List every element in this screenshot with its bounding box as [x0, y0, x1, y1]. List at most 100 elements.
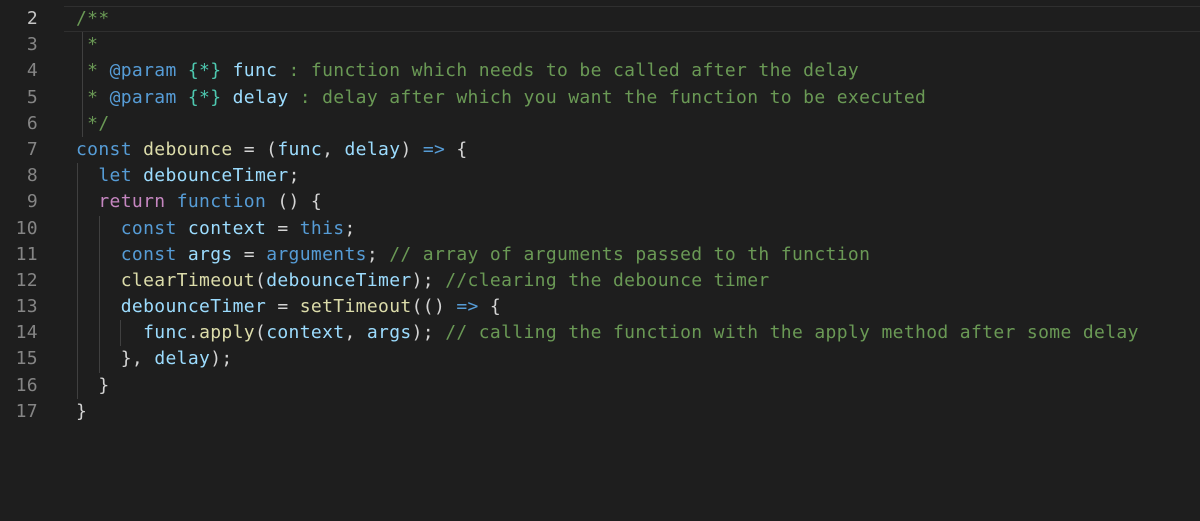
line-number: 16	[15, 374, 38, 396]
code-line[interactable]: }	[76, 399, 1200, 425]
code-token: }	[76, 374, 110, 396]
indent-guide	[82, 84, 84, 111]
code-line[interactable]: func.apply(context, args); // calling th…	[76, 320, 1200, 347]
indent-guide	[82, 32, 84, 59]
code-token: return	[98, 191, 166, 213]
code-token: ;	[366, 243, 390, 265]
indent-guide	[77, 320, 78, 347]
code-token: //clearing the debounce timer	[445, 269, 770, 291]
code-token: : function which needs to be called afte…	[277, 60, 860, 82]
line-number-gutter[interactable]: 2 3 4 5 6 7 8 9 10 11 12 13 14 15 16 17	[0, 6, 50, 425]
code-line[interactable]: clearTimeout(debounceTimer); //clearing …	[76, 267, 1200, 295]
code-token: ,	[344, 322, 367, 344]
code-token: }	[76, 400, 88, 422]
code-token: // array of arguments passed to th funct…	[389, 243, 871, 265]
line-number: 5	[26, 86, 38, 108]
code-token: (	[255, 322, 267, 344]
code-token: func	[232, 60, 278, 82]
code-line[interactable]: return function () {	[76, 189, 1200, 216]
indent-guide	[77, 241, 78, 268]
code-line[interactable]: }	[76, 372, 1200, 399]
code-token: apply	[199, 322, 255, 344]
code-token: let	[98, 165, 132, 187]
code-token: this	[299, 217, 345, 239]
code-token: setTimeout	[299, 296, 412, 318]
code-line[interactable]: }, delay);	[76, 346, 1200, 373]
code-token: *	[76, 60, 110, 82]
code-token: () {	[266, 191, 323, 213]
code-token: .	[187, 322, 200, 344]
code-line[interactable]: let debounceTimer;	[76, 163, 1200, 190]
code-token: func	[277, 138, 323, 160]
indent-guide	[98, 320, 100, 347]
code-token: context	[266, 322, 345, 344]
indent-guide	[77, 372, 78, 399]
code-token: clearTimeout	[120, 269, 255, 291]
code-line[interactable]: */	[76, 110, 1200, 137]
code-editor[interactable]: 2 3 4 5 6 7 8 9 10 11 12 13 14 15 16 17 /** * * @param …	[0, 0, 1200, 521]
code-token: {*}	[187, 86, 222, 108]
line-number: 7	[26, 138, 38, 160]
code-token: *	[76, 86, 110, 108]
code-line[interactable]: /**	[76, 6, 1200, 32]
code-line[interactable]: const context = this;	[76, 215, 1200, 242]
code-line[interactable]: * @param {*} delay : delay after which y…	[76, 84, 1200, 111]
code-token: /**	[76, 8, 110, 29]
code-token: =>	[422, 138, 446, 160]
code-token: delay	[344, 138, 401, 160]
code-token: )	[400, 138, 423, 160]
code-token: (()	[411, 296, 457, 318]
code-token: args	[366, 322, 412, 344]
code-token: const	[76, 138, 132, 160]
code-line[interactable]: * @param {*} func : function which needs…	[76, 58, 1200, 85]
indent-guide	[98, 215, 100, 242]
line-number: 4	[26, 60, 38, 82]
code-token: *	[76, 34, 99, 56]
indent-guide	[98, 241, 100, 268]
code-token: );	[411, 269, 446, 291]
code-token: debounce	[143, 138, 233, 160]
indent-guide	[98, 294, 100, 321]
code-token: delay	[154, 348, 211, 370]
code-line[interactable]: debounceTimer = setTimeout(() => {	[76, 294, 1200, 321]
indent-guide	[82, 58, 84, 85]
code-token: );	[411, 322, 446, 344]
code-token: context	[187, 217, 267, 239]
code-token: =	[266, 217, 300, 239]
indent-guide	[77, 189, 78, 216]
line-number: 15	[15, 348, 38, 370]
indent-guide	[82, 110, 84, 137]
code-token: debounceTimer	[143, 165, 289, 187]
code-token: */	[76, 112, 110, 134]
code-token: (	[255, 269, 267, 291]
code-line[interactable]: const debounce = (func, delay) => {	[76, 137, 1200, 163]
indent-guide	[77, 267, 78, 295]
code-line[interactable]: const args = arguments; // array of argu…	[76, 241, 1200, 268]
code-token: );	[210, 348, 233, 370]
code-line[interactable]: *	[76, 32, 1200, 59]
line-number: 17	[15, 400, 38, 422]
code-token: const	[120, 243, 177, 265]
code-token: const	[120, 217, 177, 239]
code-token: ;	[288, 165, 300, 187]
line-number: 11	[15, 243, 38, 265]
line-number: 9	[26, 191, 38, 213]
line-number: 13	[15, 296, 38, 318]
line-number: 10	[15, 217, 38, 239]
code-token: =	[266, 296, 300, 318]
line-number: 2	[26, 8, 38, 29]
indent-guide	[120, 320, 122, 347]
code-area[interactable]: /** * * @param {*} func : function which…	[76, 6, 1200, 425]
code-token: =>	[456, 296, 479, 318]
indent-guide	[98, 346, 100, 373]
code-token: },	[76, 348, 155, 370]
